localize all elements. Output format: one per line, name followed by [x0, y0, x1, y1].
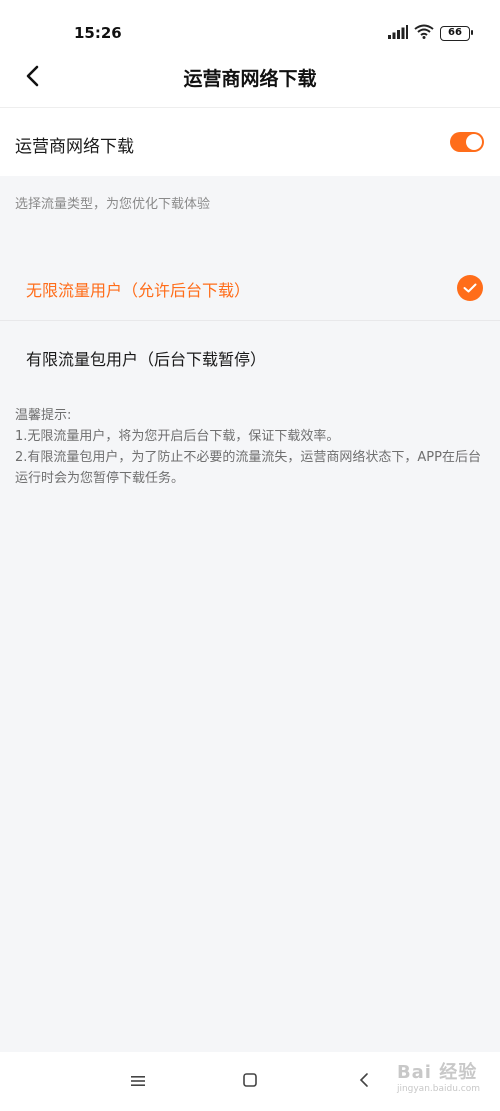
option-unlimited[interactable]: 无限流量用户（允许后台下载）	[0, 255, 500, 321]
top-bar: 15:26 66 运营商网络下载	[0, 0, 500, 108]
home-icon	[242, 1072, 258, 1092]
status-icons: 66	[388, 24, 473, 43]
signal-icon	[388, 24, 408, 43]
status-time: 15:26	[74, 24, 122, 42]
watermark-brand: Bai 经验	[396, 1062, 478, 1083]
tips-block: 温馨提示: 1.无限流量用户，将为您开启后台下载，保证下载效率。 2.有限流量包…	[15, 405, 485, 489]
check-icon	[457, 275, 483, 301]
setting-label: 运营商网络下载	[15, 137, 134, 157]
system-back-button[interactable]	[352, 1070, 376, 1094]
page-title: 运营商网络下载	[183, 68, 317, 90]
section-hint: 选择流量类型，为您优化下载体验	[15, 197, 211, 212]
watermark-url: jingyan.baidu.com	[396, 1084, 480, 1094]
tips-title: 温馨提示:	[15, 408, 72, 423]
carrier-download-toggle[interactable]	[450, 132, 484, 152]
back-nav-icon	[358, 1072, 370, 1092]
wifi-icon	[414, 24, 434, 43]
setting-row: 运营商网络下载	[0, 108, 500, 176]
baidu-watermark: Bai 经验 jingyan.baidu.com	[397, 1058, 480, 1094]
tips-line-2: 2.有限流量包用户，为了防止不必要的流量流失，运营商网络状态下，APP在后台运行…	[15, 450, 481, 486]
toggle-knob	[466, 134, 482, 150]
option-label: 有限流量包用户（后台下载暂停）	[26, 350, 267, 369]
menu-icon	[130, 1073, 146, 1092]
battery-icon: 66	[440, 25, 473, 41]
option-limited[interactable]: 有限流量包用户（后台下载暂停）	[0, 322, 500, 388]
menu-button[interactable]	[126, 1070, 150, 1094]
tips-line-1: 1.无限流量用户，将为您开启后台下载，保证下载效率。	[15, 429, 340, 444]
home-button[interactable]	[238, 1070, 262, 1094]
option-label: 无限流量用户（允许后台下载）	[26, 281, 251, 300]
